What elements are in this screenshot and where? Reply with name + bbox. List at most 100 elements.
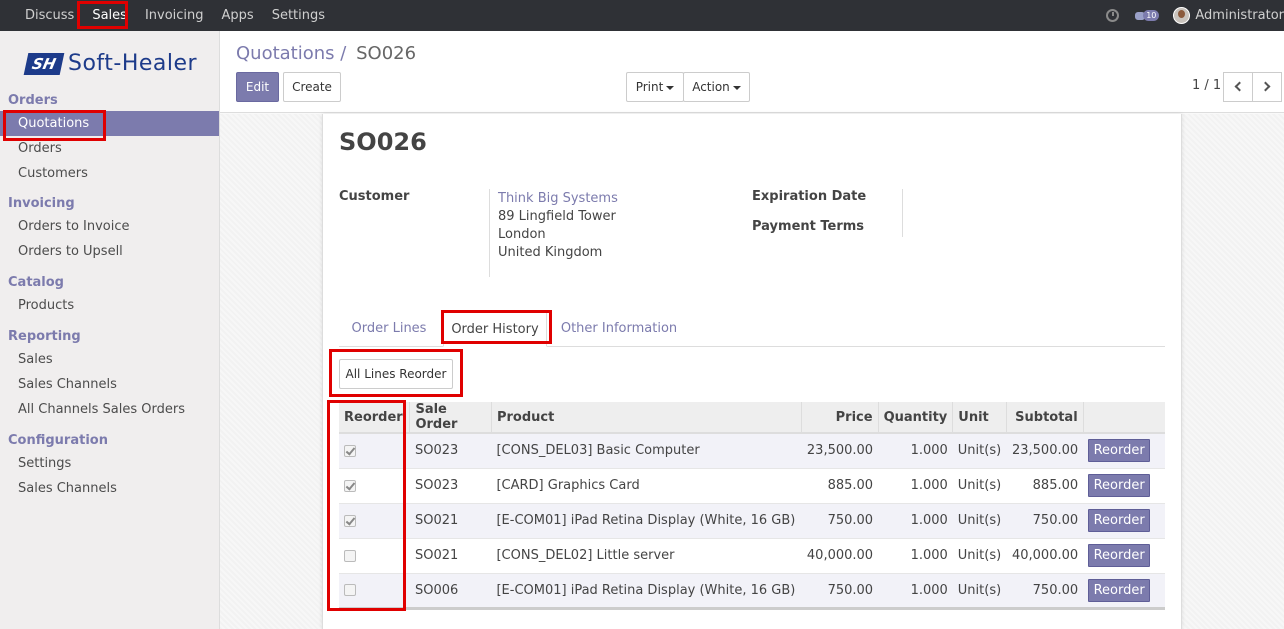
breadcrumb-parent[interactable]: Quotations: [236, 43, 335, 64]
reorder-checkbox[interactable]: [344, 479, 356, 492]
activity-clock-icon[interactable]: [1106, 9, 1120, 22]
unit-cell: Unit(s): [952, 467, 1007, 503]
systray: 10 Administrator: [1106, 0, 1284, 31]
chat-count-badge: 10: [1143, 10, 1160, 21]
sidebar-item-customers[interactable]: Customers: [0, 161, 220, 186]
sidebar-item-sales[interactable]: Sales: [0, 347, 220, 372]
subtotal-cell: 750.00: [1006, 572, 1084, 610]
expiration-date-label: Expiration Date: [752, 189, 867, 204]
reorder-checkbox[interactable]: [344, 584, 356, 596]
col-product[interactable]: Product: [490, 402, 802, 434]
sidebar-item-orders-to-upsell[interactable]: Orders to Upsell: [0, 239, 220, 264]
price-cell: 750.00: [801, 502, 879, 538]
nav-header-orders: Orders: [8, 93, 58, 108]
order-history-table: Reorder Sale Order Product Price Quantit…: [339, 402, 1165, 610]
product-cell: [CARD] Graphics Card: [491, 467, 802, 503]
sale-order-cell: SO021: [409, 502, 492, 538]
menu-invoicing[interactable]: Invoicing: [136, 0, 213, 31]
reorder-cell: [339, 432, 410, 468]
nav-header-configuration: Configuration: [8, 433, 108, 448]
menu-apps[interactable]: Apps: [213, 0, 263, 31]
unit-cell: Unit(s): [952, 502, 1007, 538]
action-cell: Reorder: [1083, 432, 1165, 468]
reorder-checkbox[interactable]: [344, 549, 356, 562]
messaging-chat-icon[interactable]: 10: [1135, 10, 1160, 21]
menu-discuss[interactable]: Discuss: [16, 0, 83, 31]
breadcrumb-separator: /: [340, 43, 347, 64]
tab-other-information[interactable]: Other Information: [557, 310, 681, 347]
action-cell: Reorder: [1083, 502, 1165, 538]
table-row: SO023 [CARD] Graphics Card 885.00 1.000 Unit…: [339, 467, 1165, 503]
col-quantity[interactable]: Quantity: [877, 402, 953, 434]
sidebar-item-settings[interactable]: Settings: [0, 451, 220, 476]
all-lines-reorder-button[interactable]: All Lines Reorder: [339, 359, 453, 389]
breadcrumb: Quotations / SO026: [236, 43, 416, 64]
quantity-cell: 1.000: [878, 572, 953, 610]
col-sale-order[interactable]: Sale Order: [409, 402, 492, 434]
reorder-checkbox[interactable]: [344, 444, 356, 457]
action-caret-icon: [732, 85, 741, 90]
tab-order-history[interactable]: Order History: [443, 310, 547, 347]
menu-settings[interactable]: Settings: [263, 0, 334, 31]
order-title: SO026: [339, 128, 427, 156]
price-cell: 750.00: [801, 572, 879, 610]
col-actions: [1082, 402, 1165, 434]
col-subtotal[interactable]: Subtotal: [1005, 402, 1084, 434]
print-dropdown[interactable]: Print: [626, 72, 684, 102]
nav-group-invoicing: Invoicing Orders to Invoice Orders to Up…: [0, 194, 220, 264]
form-content: SO026 Customer Think Big Systems 89 Ling…: [220, 114, 1284, 629]
product-cell: [E-COM01] iPad Retina Display (White, 16…: [491, 502, 802, 538]
quantity-cell: 1.000: [878, 537, 953, 573]
reorder-row-button[interactable]: Reorder: [1088, 509, 1151, 532]
control-panel: Quotations / SO026 Edit Create Print Act…: [220, 31, 1284, 113]
nav-group-catalog: Catalog Products: [0, 273, 220, 318]
product-cell: [CONS_DEL02] Little server: [491, 537, 802, 573]
col-price[interactable]: Price: [801, 402, 879, 434]
sidebar-item-orders[interactable]: Orders: [0, 136, 220, 161]
action-dropdown[interactable]: Action: [683, 72, 750, 102]
reorder-row-button[interactable]: Reorder: [1088, 578, 1151, 602]
price-cell: 40,000.00: [801, 537, 879, 573]
breadcrumb-current: SO026: [356, 43, 417, 64]
payment-terms-label: Payment Terms: [752, 219, 865, 234]
sale-order-cell: SO021: [409, 537, 492, 573]
reorder-row-button[interactable]: Reorder: [1088, 544, 1151, 567]
pager-value[interactable]: 1 / 1: [1192, 78, 1221, 93]
sidebar-item-products[interactable]: Products: [0, 293, 220, 318]
col-unit[interactable]: Unit: [952, 402, 1007, 434]
reorder-row-button[interactable]: Reorder: [1088, 474, 1151, 497]
table-body: SO023 [CONS_DEL03] Basic Computer 23,500.0…: [339, 432, 1165, 610]
main-area: Quotations / SO026 Edit Create Print Act…: [220, 31, 1284, 629]
customer-divider: [489, 189, 490, 277]
sidebar-item-all-channels-sales-orders[interactable]: All Channels Sales Orders: [0, 397, 220, 422]
action-cell: Reorder: [1083, 572, 1165, 610]
sidebar-item-orders-to-invoice[interactable]: Orders to Invoice: [0, 214, 220, 239]
col-reorder[interactable]: Reorder: [339, 402, 410, 434]
subtotal-cell: 40,000.00: [1006, 537, 1084, 573]
customer-link[interactable]: Think Big Systems: [498, 191, 618, 206]
subtotal-cell: 23,500.00: [1006, 432, 1084, 468]
tab-order-lines[interactable]: Order Lines: [345, 310, 433, 347]
sidebar-item-config-sales-channels[interactable]: Sales Channels: [0, 476, 220, 501]
edit-button[interactable]: Edit: [236, 72, 279, 102]
logo-text: Soft-Healer: [68, 51, 198, 76]
reorder-cell: [339, 537, 410, 573]
pager-next-button[interactable]: [1252, 72, 1282, 102]
user-avatar[interactable]: [1173, 7, 1191, 24]
action-label: Action: [692, 80, 730, 94]
reorder-row-button[interactable]: Reorder: [1088, 439, 1151, 463]
softhealer-logo: SH Soft-Healer: [23, 51, 198, 76]
product-cell: [CONS_DEL03] Basic Computer: [491, 432, 802, 468]
user-name[interactable]: Administrator: [1195, 8, 1284, 23]
unit-cell: Unit(s): [952, 537, 1007, 573]
pager-previous-button[interactable]: [1223, 72, 1253, 102]
customer-address-line-1: 89 Lingfield Tower: [498, 209, 616, 224]
reorder-checkbox[interactable]: [344, 514, 356, 527]
nav-group-configuration: Configuration Settings Sales Channels: [0, 431, 220, 501]
sidebar-item-quotations[interactable]: Quotations: [0, 111, 219, 136]
subtotal-cell: 750.00: [1006, 502, 1084, 538]
create-button[interactable]: Create: [283, 72, 341, 102]
menu-sales[interactable]: Sales: [83, 0, 136, 31]
sidebar-item-sales-channels[interactable]: Sales Channels: [0, 372, 220, 397]
app-menu: Discuss Sales Invoicing Apps Settings: [16, 0, 334, 31]
